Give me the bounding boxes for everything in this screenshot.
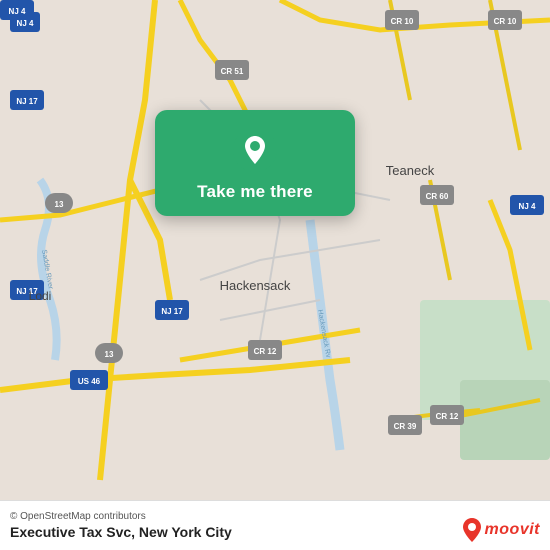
map-container: NJ 4 NJ 17 NJ 17 NJ 17 CR 51 13 13 US 46… bbox=[0, 0, 550, 500]
svg-text:NJ 4: NJ 4 bbox=[9, 7, 26, 16]
svg-text:US 46: US 46 bbox=[78, 377, 101, 386]
svg-text:NJ 4: NJ 4 bbox=[519, 202, 536, 211]
moovit-pin-icon bbox=[462, 518, 482, 542]
svg-text:NJ 4: NJ 4 bbox=[17, 19, 34, 28]
svg-text:NJ 17: NJ 17 bbox=[16, 97, 38, 106]
svg-text:CR 39: CR 39 bbox=[394, 422, 417, 431]
svg-text:13: 13 bbox=[55, 200, 64, 209]
osm-attribution: © OpenStreetMap contributors bbox=[10, 511, 540, 522]
svg-text:Lodi: Lodi bbox=[29, 289, 52, 303]
svg-text:CR 51: CR 51 bbox=[221, 67, 244, 76]
svg-text:CR 60: CR 60 bbox=[426, 192, 449, 201]
location-label: Executive Tax Svc, New York City bbox=[10, 524, 540, 540]
svg-text:Teaneck: Teaneck bbox=[386, 163, 435, 178]
map-pin-icon bbox=[233, 128, 277, 172]
moovit-logo: moovit bbox=[462, 518, 540, 542]
map-background: NJ 4 NJ 17 NJ 17 NJ 17 CR 51 13 13 US 46… bbox=[0, 0, 550, 500]
svg-text:Hackensack: Hackensack bbox=[220, 278, 291, 293]
svg-text:CR 12: CR 12 bbox=[436, 412, 459, 421]
svg-text:NJ 17: NJ 17 bbox=[161, 307, 183, 316]
bottom-bar: © OpenStreetMap contributors Executive T… bbox=[0, 500, 550, 550]
take-me-there-label: Take me there bbox=[197, 182, 313, 202]
svg-text:13: 13 bbox=[105, 350, 114, 359]
take-me-there-card[interactable]: Take me there bbox=[155, 110, 355, 216]
svg-text:CR 10: CR 10 bbox=[391, 17, 414, 26]
svg-text:CR 12: CR 12 bbox=[254, 347, 277, 356]
svg-text:CR 10: CR 10 bbox=[494, 17, 517, 26]
moovit-brand-text: moovit bbox=[485, 521, 540, 539]
